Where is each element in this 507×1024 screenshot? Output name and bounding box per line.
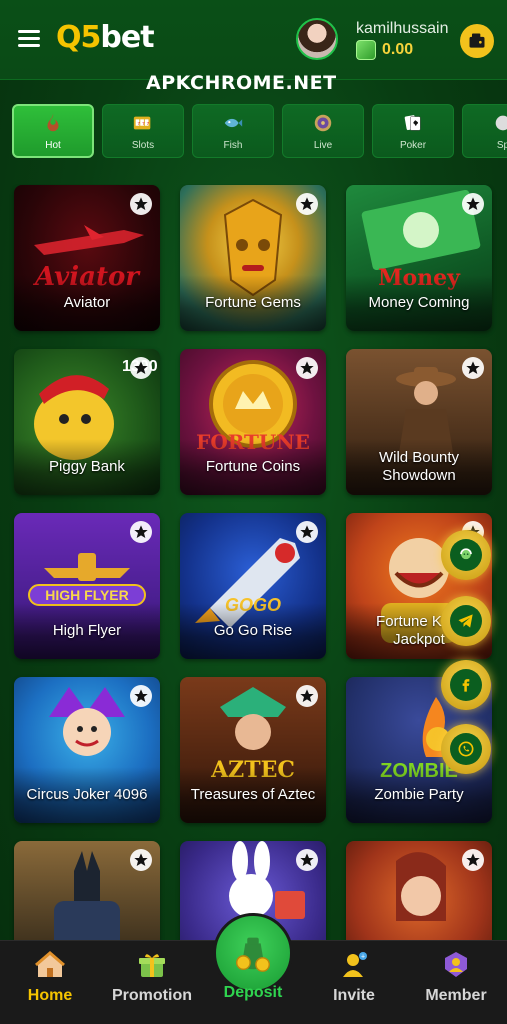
- favorite-star-icon[interactable]: [130, 685, 152, 707]
- nav-home[interactable]: Home: [0, 941, 100, 1024]
- facebook-button[interactable]: [441, 660, 491, 710]
- game-card-circus-joker-4096[interactable]: Circus Joker 4096: [14, 677, 160, 823]
- game-card-fortune-coins[interactable]: FORTUNE Fortune Coins: [180, 349, 326, 495]
- game-title: Piggy Bank: [14, 439, 160, 495]
- live-icon: [314, 114, 332, 131]
- username-label: kamilhussain: [356, 20, 449, 37]
- tab-label: Slots: [131, 139, 155, 151]
- money-bag-icon: [235, 937, 271, 972]
- tab-sports[interactable]: Sp: [462, 104, 507, 158]
- tab-live[interactable]: Live: [282, 104, 364, 158]
- member-icon: [445, 952, 467, 977]
- nav-label: Home: [27, 987, 73, 1004]
- deposit-label[interactable]: Deposit: [213, 984, 293, 1002]
- logo-prefix: Q5: [56, 20, 101, 55]
- game-grid: Aviator Aviator Fortune Gems Money Money…: [0, 184, 507, 940]
- nav-label: Promotion: [112, 987, 192, 1004]
- hamburger-menu-icon[interactable]: [18, 30, 40, 48]
- support-icon: [460, 548, 472, 560]
- favorite-star-icon[interactable]: [462, 357, 484, 379]
- tab-fish[interactable]: Fish: [192, 104, 274, 158]
- favorite-star-icon[interactable]: [462, 849, 484, 871]
- nav-member[interactable]: Member: [406, 941, 506, 1024]
- brand-logo[interactable]: Q5bet: [56, 20, 155, 55]
- tab-label: Fish: [223, 139, 243, 151]
- game-card-anubis[interactable]: [14, 841, 160, 940]
- game-title: Aviator: [14, 275, 160, 331]
- game-card-money-coming[interactable]: Money Money Coming: [346, 185, 492, 331]
- fish-icon: [224, 118, 243, 127]
- game-title: Zombie Party: [346, 767, 492, 823]
- sports-icon: [495, 115, 507, 130]
- game-card-fortune-gems[interactable]: Fortune Gems: [180, 185, 326, 331]
- deposit-button[interactable]: [213, 913, 293, 993]
- game-title: Treasures of Aztec: [180, 767, 326, 823]
- game-title: Wild Bounty Showdown: [346, 439, 492, 495]
- favorite-star-icon[interactable]: [130, 357, 152, 379]
- game-title: Circus Joker 4096: [14, 767, 160, 823]
- game-title: Go Go Rise: [180, 603, 326, 659]
- nav-label: Invite: [333, 987, 375, 1004]
- game-card-treasures-of-aztec[interactable]: AZTEC Treasures of Aztec: [180, 677, 326, 823]
- cash-icon: [356, 40, 376, 60]
- balance-display: 0.00: [356, 40, 413, 60]
- nav-label: Member: [425, 987, 487, 1004]
- slots-icon: 777: [133, 116, 151, 129]
- favorite-star-icon[interactable]: [130, 521, 152, 543]
- favorite-star-icon[interactable]: [296, 849, 318, 871]
- favorite-star-icon[interactable]: [296, 193, 318, 215]
- game-card-high-flyer[interactable]: HIGH FLYER High Flyer: [14, 513, 160, 659]
- tab-label: Live: [313, 139, 333, 151]
- logo-suffix: bet: [100, 20, 154, 55]
- favorite-star-icon[interactable]: [130, 193, 152, 215]
- game-card-wild-bounty-showdown[interactable]: Wild Bounty Showdown: [346, 349, 492, 495]
- bottom-navigation: Home Promotion Deposit + Invite Member: [0, 913, 507, 1024]
- wallet-button[interactable]: [460, 24, 494, 58]
- tab-label: Sp: [496, 139, 507, 151]
- telegram-icon: [458, 614, 473, 628]
- hot-icon: [47, 113, 59, 131]
- facebook-icon: [462, 679, 470, 692]
- tab-hot[interactable]: Hot: [12, 104, 94, 158]
- home-icon: [35, 951, 65, 977]
- balance-value: 0.00: [382, 41, 414, 58]
- poker-icon: [404, 114, 421, 131]
- support-button[interactable]: [441, 530, 491, 580]
- tab-label: Hot: [45, 139, 61, 151]
- whatsapp-button[interactable]: [441, 724, 491, 774]
- tab-label: Poker: [399, 139, 427, 151]
- svg-text:+: +: [361, 954, 365, 961]
- whatsapp-icon: [458, 741, 474, 757]
- favorite-star-icon[interactable]: [130, 849, 152, 871]
- tab-poker[interactable]: Poker: [372, 104, 454, 158]
- favorite-star-icon[interactable]: [296, 521, 318, 543]
- favorite-star-icon[interactable]: [462, 193, 484, 215]
- telegram-button[interactable]: [441, 596, 491, 646]
- gift-icon: [139, 954, 165, 977]
- game-title: High Flyer: [14, 603, 160, 659]
- game-title: Fortune Coins: [180, 439, 326, 495]
- game-title: Money Coming: [346, 275, 492, 331]
- nav-promotion[interactable]: Promotion: [102, 941, 202, 1024]
- invite-icon: +: [343, 952, 367, 977]
- category-tabs: Hot 777 Slots Fish Live Poker Sp: [12, 104, 507, 160]
- nav-invite[interactable]: + Invite: [304, 941, 404, 1024]
- game-card-warrior[interactable]: [346, 841, 492, 940]
- watermark-text: APKCHROME.NET: [146, 72, 337, 94]
- favorite-star-icon[interactable]: [296, 357, 318, 379]
- game-title: Fortune Gems: [180, 275, 326, 331]
- user-avatar[interactable]: [296, 18, 338, 60]
- svg-text:HIGH FLYER: HIGH FLYER: [45, 587, 129, 603]
- tab-slots[interactable]: 777 Slots: [102, 104, 184, 158]
- game-card-go-go-rise[interactable]: GOGO Go Go Rise: [180, 513, 326, 659]
- wallet-icon: [469, 33, 485, 48]
- game-card-aviator[interactable]: Aviator Aviator: [14, 185, 160, 331]
- favorite-star-icon[interactable]: [296, 685, 318, 707]
- game-card-piggy-bank[interactable]: 1300 Piggy Bank: [14, 349, 160, 495]
- top-header: Q5bet kamilhussain 0.00: [0, 0, 507, 80]
